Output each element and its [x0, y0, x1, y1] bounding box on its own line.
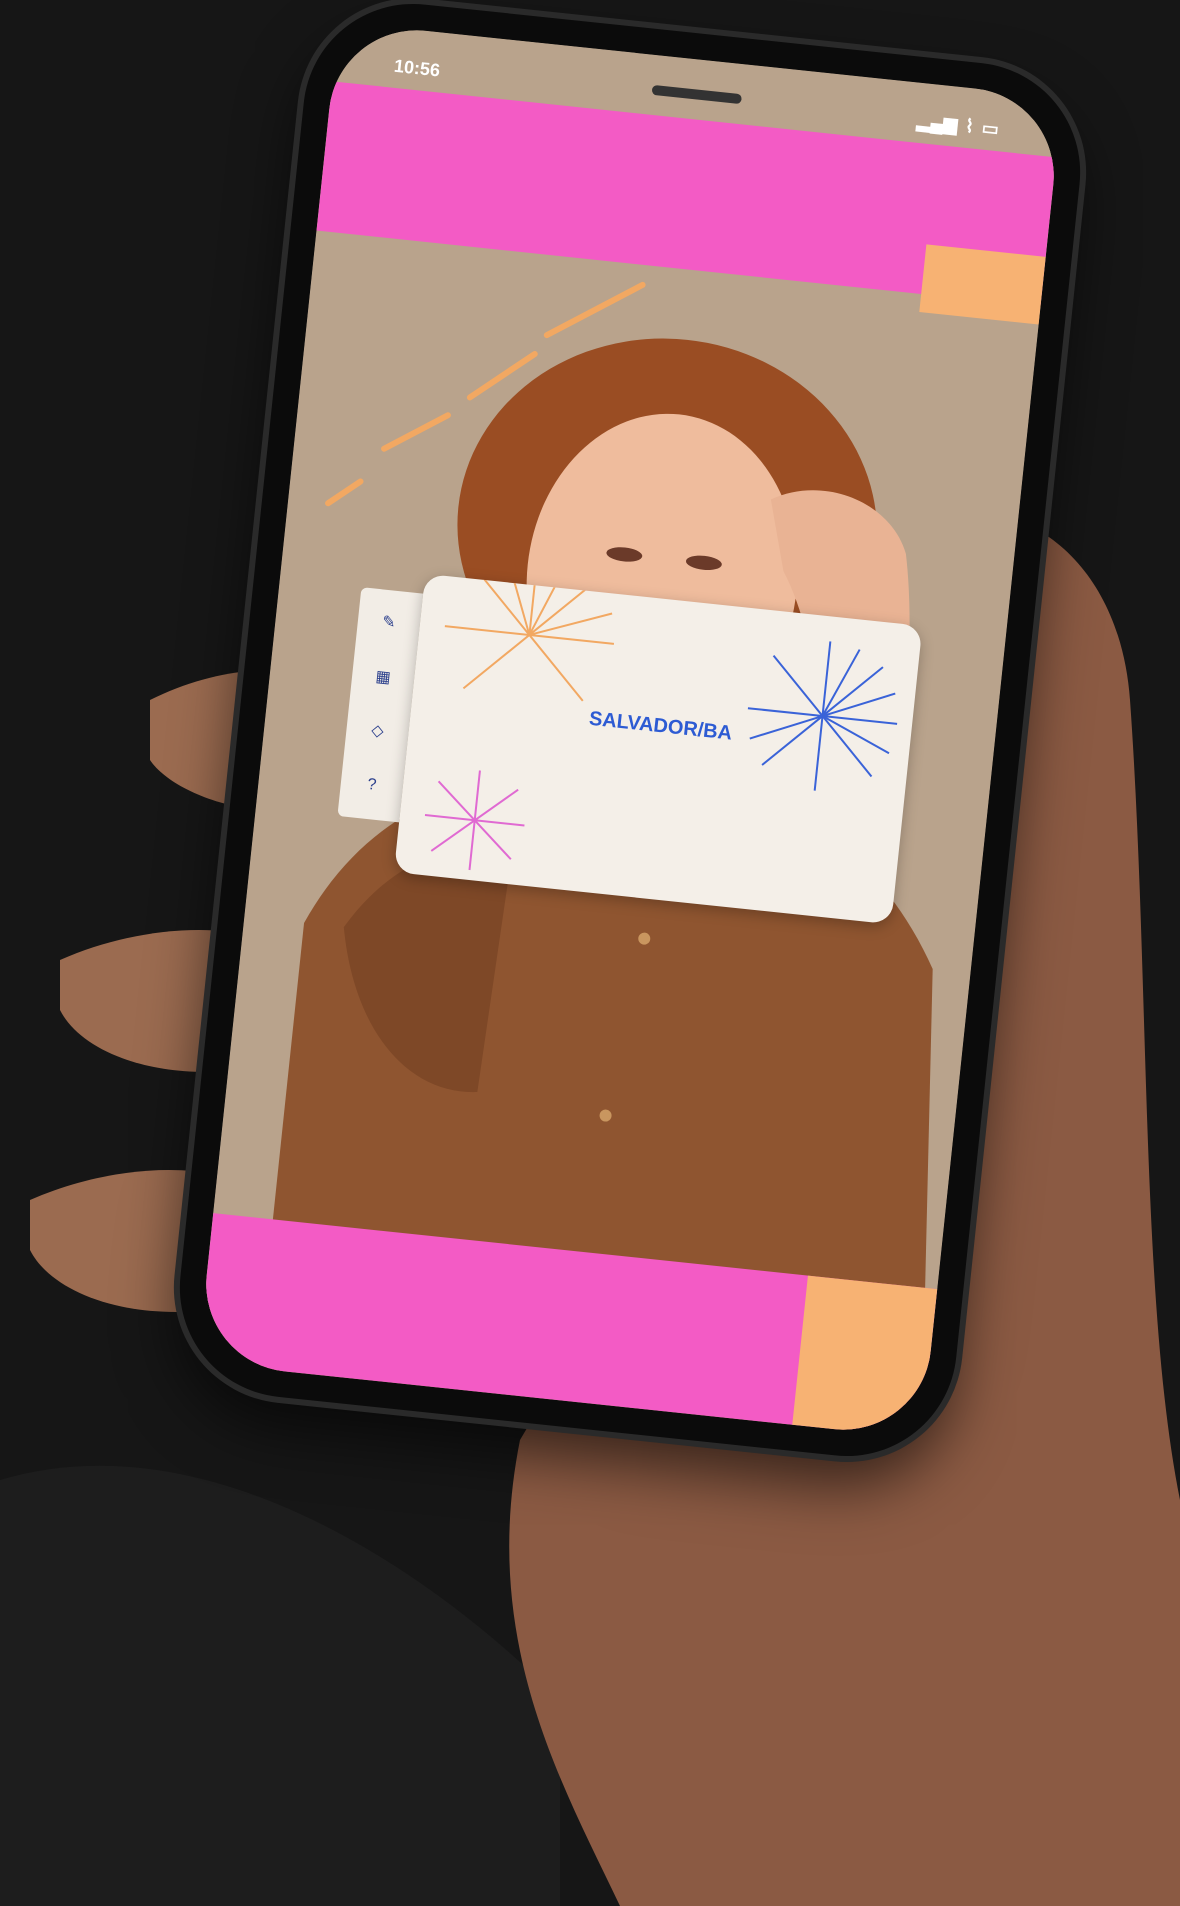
event-card[interactable]: SALVADOR/BA [393, 573, 923, 925]
phone: 10:56 ▂▄▆ ⌇ ▭ ✎ ▦ ◇ ? SALVADOR/BA [168, 0, 1092, 1467]
sidebar-item-help[interactable]: ? [360, 773, 384, 799]
diamond-icon: ◇ [370, 722, 385, 741]
sidebar-item-brand[interactable]: ◇ [365, 719, 389, 745]
phone-screen: 10:56 ▂▄▆ ⌇ ▭ ✎ ▦ ◇ ? SALVADOR/BA [197, 21, 1063, 1439]
signal-icon: ▂▄▆ [915, 110, 959, 135]
top-peach-accent [919, 244, 1046, 325]
brush-icon: ✎ [381, 613, 397, 633]
status-time: 10:56 [393, 55, 441, 81]
battery-icon: ▭ [980, 117, 1000, 140]
help-icon: ? [366, 775, 378, 794]
firework-pink [424, 770, 525, 871]
sidebar-item-elements[interactable]: ▦ [371, 665, 395, 691]
grid-icon: ▦ [374, 667, 392, 687]
sidebar-item-design[interactable]: ✎ [377, 610, 401, 636]
bottom-peach-accent [792, 1275, 938, 1439]
wifi-icon: ⌇ [964, 115, 975, 137]
firework-blue [747, 641, 898, 791]
